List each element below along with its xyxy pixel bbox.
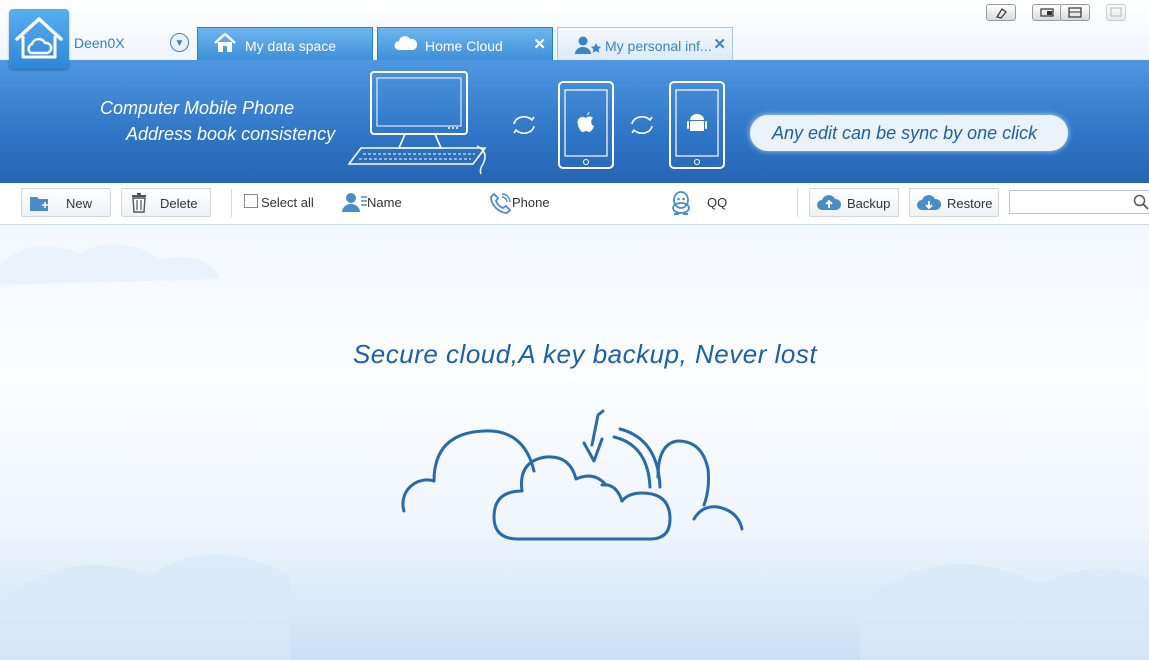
select-all-checkbox[interactable] [244, 194, 258, 208]
banner-line-2: Address book consistency [126, 124, 336, 144]
column-header-name[interactable]: Name [367, 195, 402, 210]
user-menu-dropdown-icon[interactable]: ▼ [170, 33, 189, 52]
home-icon [214, 32, 236, 56]
restore-button[interactable]: Restore [909, 188, 999, 217]
android-phone-illustration-icon [669, 81, 725, 169]
close-icon[interactable]: ✕ [533, 35, 546, 53]
tab-label: My data space [245, 38, 337, 54]
phone-icon [490, 192, 512, 217]
column-header-qq[interactable]: QQ [707, 195, 727, 210]
restore-button-label: Restore [947, 196, 993, 211]
promo-banner: Computer Mobile Phone Address book consi… [0, 60, 1149, 183]
delete-button-label: Delete [160, 196, 198, 211]
delete-button[interactable]: Delete [121, 188, 211, 217]
trash-icon [128, 192, 152, 217]
computer-illustration-icon [347, 71, 487, 175]
tagline: Secure cloud,A key backup, Never lost [352, 339, 818, 369]
main-content-area: Secure cloud,A key backup, Never lost [0, 225, 1149, 660]
tab-label: Home Cloud [425, 38, 503, 54]
mini-mode-icon[interactable] [1032, 4, 1062, 21]
new-button-label: New [66, 196, 93, 211]
new-folder-icon [28, 192, 52, 217]
title-bar: Deen0X ▼ My data space Home Cloud ✕ My p… [0, 0, 1149, 69]
username: Deen0X [74, 35, 125, 51]
cloud-download-icon [916, 192, 942, 217]
person-icon [342, 192, 368, 215]
cloud-backup-illustration-icon [401, 409, 744, 541]
skin-icon[interactable] [986, 4, 1016, 21]
backup-button[interactable]: Backup [809, 188, 899, 217]
qq-penguin-icon [670, 191, 692, 218]
close-icon[interactable]: ✕ [713, 35, 726, 53]
sync-arrows-icon [513, 115, 535, 135]
contact-star-icon [574, 35, 602, 58]
tab-label: My personal inf... [605, 38, 712, 54]
sync-arrows-icon [631, 115, 653, 135]
restore-window-icon[interactable] [1106, 4, 1126, 21]
new-button[interactable]: New [21, 188, 111, 217]
search-icon[interactable] [1133, 194, 1149, 213]
cloud-upload-icon [816, 192, 842, 217]
cloud-icon [394, 35, 418, 54]
search-input[interactable] [1009, 190, 1149, 214]
layout-icon[interactable] [1060, 4, 1090, 21]
toolbar: New Delete Select all Name Phone QQ Back… [0, 183, 1149, 225]
sync-message-badge: Any edit can be sync by one click [750, 115, 1068, 151]
backup-button-label: Backup [847, 196, 891, 211]
select-all-label[interactable]: Select all [261, 195, 314, 210]
tab-my-data-space[interactable]: My data space [197, 27, 373, 60]
sync-message: Any edit can be sync by one click [772, 123, 1038, 143]
column-header-phone[interactable]: Phone [512, 195, 550, 210]
apple-phone-illustration-icon [558, 81, 614, 169]
app-logo-icon[interactable] [9, 9, 69, 69]
banner-line-1: Computer Mobile Phone [100, 98, 295, 118]
tab-home-cloud[interactable]: Home Cloud ✕ [377, 27, 553, 60]
toolbar-divider [797, 189, 798, 217]
toolbar-divider [231, 189, 232, 217]
tab-my-personal-info[interactable]: My personal inf... ✕ [557, 27, 733, 60]
